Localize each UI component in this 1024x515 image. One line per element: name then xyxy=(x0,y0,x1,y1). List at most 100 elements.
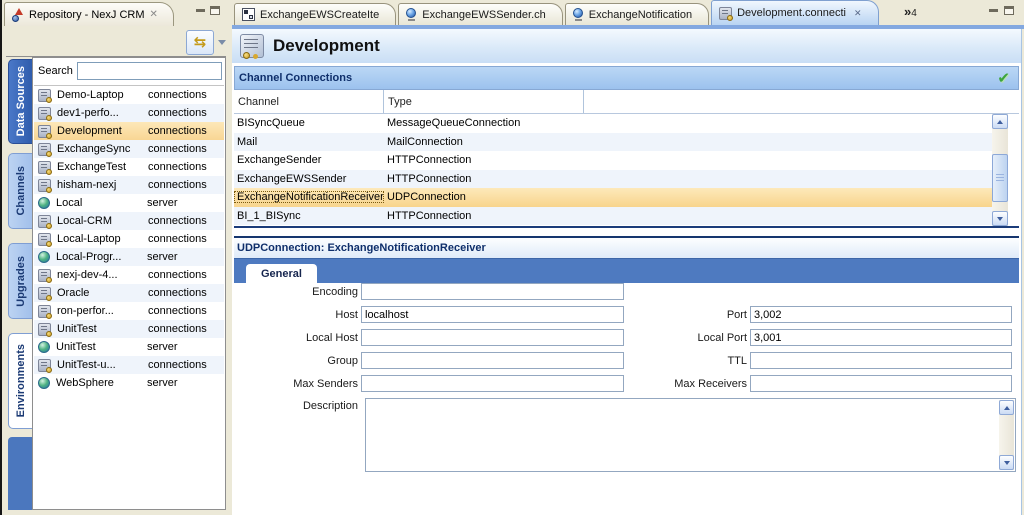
sync-arrows-icon: ⇆ xyxy=(194,35,207,50)
environment-item[interactable]: ExchangeTest connections xyxy=(34,158,224,176)
environment-item[interactable]: ron-perfor... connections xyxy=(34,302,224,320)
channel-table-row[interactable]: ExchangeNotificationReceiver UDPConnecti… xyxy=(234,188,992,207)
navigator-tab[interactable]: Channels xyxy=(8,153,32,229)
environment-item[interactable]: UnitTest connections xyxy=(34,320,224,338)
hidden-tabs-count: 4 xyxy=(911,8,917,19)
editor-tab[interactable]: ExchangeEWSCreateIte xyxy=(234,3,396,25)
table-scrollbar[interactable] xyxy=(992,114,1008,226)
view-menu-icon[interactable] xyxy=(218,40,226,45)
environment-name: Local-CRM xyxy=(57,215,142,227)
group-field[interactable] xyxy=(361,352,624,369)
channel-table-row[interactable]: ExchangeSender HTTPConnection xyxy=(234,151,992,170)
environment-item[interactable]: WebSphere server xyxy=(34,374,224,392)
environment-name: ExchangeSync xyxy=(57,143,142,155)
navigator-tab[interactable]: Data Sources xyxy=(8,59,32,144)
environment-item[interactable]: Local server xyxy=(34,194,224,212)
environment-item[interactable]: Local-Laptop connections xyxy=(34,230,224,248)
database-connections-icon xyxy=(38,269,51,282)
environment-item[interactable]: hisham-nexj connections xyxy=(34,176,224,194)
column-header-type[interactable]: Type xyxy=(384,90,584,113)
max-receivers-field[interactable] xyxy=(750,375,1012,392)
environment-item[interactable]: ExchangeSync connections xyxy=(34,140,224,158)
environment-item[interactable]: Oracle connections xyxy=(34,284,224,302)
channel-cell: Mail xyxy=(234,136,384,148)
environment-type: server xyxy=(147,251,224,263)
tab-general[interactable]: General xyxy=(246,264,317,283)
hidden-tabs-chevron[interactable]: »4 xyxy=(904,4,917,19)
environment-name: Oracle xyxy=(57,287,142,299)
type-cell: UDPConnection xyxy=(384,191,584,203)
down-arrow-icon xyxy=(1004,461,1010,465)
environment-item[interactable]: nexj-dev-4... connections xyxy=(34,266,224,284)
type-cell: HTTPConnection xyxy=(384,173,584,185)
environment-item[interactable]: Demo-Laptop connections xyxy=(34,86,224,104)
encoding-field[interactable] xyxy=(361,283,624,300)
environment-item[interactable]: Local-CRM connections xyxy=(34,212,224,230)
editor-title: Development xyxy=(273,36,380,56)
scroll-up-button[interactable] xyxy=(992,114,1008,129)
link-with-editor-button[interactable]: ⇆ xyxy=(186,30,214,55)
field-label: Local Host xyxy=(236,332,358,344)
view-close-icon[interactable]: ✕ xyxy=(150,9,158,20)
environment-item[interactable]: UnitTest-u... connections xyxy=(34,356,224,374)
environment-name: Local-Progr... xyxy=(56,251,141,263)
environment-type: connections xyxy=(148,287,224,299)
minimize-view-icon[interactable] xyxy=(196,9,205,12)
environment-item[interactable]: dev1-perfo... connections xyxy=(34,104,224,122)
navigator-tab[interactable]: Environments xyxy=(8,333,32,429)
editor-tab[interactable]: ExchangeEWSSender.ch xyxy=(398,3,563,25)
channel-table-row[interactable]: Mail MailConnection xyxy=(234,133,992,152)
editor-tab[interactable]: Development.connecti ✕ xyxy=(711,0,878,25)
channel-cell: ExchangeEWSSender xyxy=(234,173,384,185)
minimize-editor-icon[interactable] xyxy=(989,9,998,12)
search-input[interactable] xyxy=(77,62,222,80)
channel-table-row[interactable]: ExchangeEWSSender HTTPConnection xyxy=(234,170,992,189)
form-row: TTL xyxy=(640,352,1016,369)
environment-item[interactable]: Local-Progr... server xyxy=(34,248,224,266)
environment-type: connections xyxy=(148,215,224,227)
scroll-down-button[interactable] xyxy=(999,455,1014,470)
navigator-tab[interactable]: Upgrades xyxy=(8,243,32,319)
ttl-field[interactable] xyxy=(750,352,1012,369)
channel-table-row[interactable]: BI_1_BISync HTTPConnection xyxy=(234,207,992,226)
maximize-editor-icon[interactable] xyxy=(1004,6,1014,15)
editor-tab[interactable]: ExchangeNotification xyxy=(565,3,709,25)
environment-name: Demo-Laptop xyxy=(57,89,142,101)
environment-name: ron-perfor... xyxy=(57,305,142,317)
channel-table: BISyncQueue MessageQueueConnection Mail … xyxy=(234,114,992,226)
port-field[interactable] xyxy=(750,306,1012,323)
environment-type: connections xyxy=(148,125,224,137)
column-header-channel[interactable]: Channel xyxy=(234,90,384,113)
host-field[interactable] xyxy=(361,306,624,323)
environment-type: connections xyxy=(148,161,224,173)
tab-close-icon[interactable]: ✕ xyxy=(854,8,862,19)
environment-name: nexj-dev-4... xyxy=(57,269,142,281)
environment-item[interactable]: UnitTest server xyxy=(34,338,224,356)
connections-file-icon xyxy=(240,34,264,58)
description-scrollbar[interactable] xyxy=(999,400,1014,470)
channel-cell: ExchangeSender xyxy=(234,154,384,166)
type-cell: MessageQueueConnection xyxy=(384,117,584,129)
environments-list-panel: Search Demo-Laptop connections dev1-perf… xyxy=(32,57,226,510)
database-connections-icon xyxy=(38,305,51,318)
search-label: Search xyxy=(38,65,73,77)
environment-item[interactable]: Development connections xyxy=(34,122,224,140)
environment-name: hisham-nexj xyxy=(57,179,142,191)
channel-cell: ExchangeNotificationReceiver xyxy=(234,191,384,203)
scroll-down-button[interactable] xyxy=(992,211,1008,226)
max-senders-field[interactable] xyxy=(361,375,624,392)
repository-view-tab[interactable]: Repository - NexJ CRM ✕ xyxy=(4,2,174,26)
search-row: Search xyxy=(33,60,222,82)
local-host-field[interactable] xyxy=(361,329,624,346)
description-field[interactable] xyxy=(365,398,1016,472)
environment-name: UnitTest xyxy=(57,323,142,335)
channel-table-row[interactable]: BISyncQueue MessageQueueConnection xyxy=(234,114,992,133)
scroll-up-button[interactable] xyxy=(999,400,1014,415)
environment-type: connections xyxy=(148,179,224,191)
form-row: Local Port xyxy=(640,329,1016,346)
local-port-field[interactable] xyxy=(750,329,1012,346)
maximize-view-icon[interactable] xyxy=(210,6,220,15)
scrollbar-thumb[interactable] xyxy=(992,154,1008,202)
environment-name: Development xyxy=(57,125,142,137)
type-cell: MailConnection xyxy=(384,136,584,148)
